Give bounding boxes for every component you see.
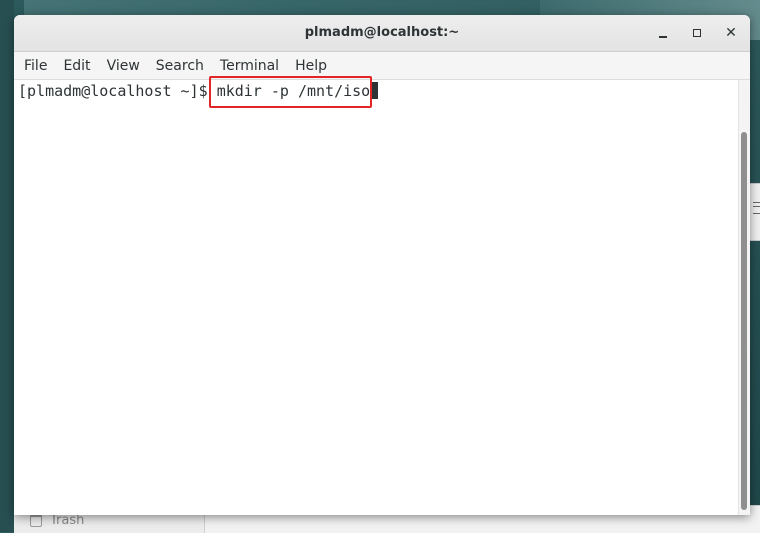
terminal-output[interactable]: [plmadm@localhost ~]$ mkdir -p /mnt/iso <box>14 76 738 515</box>
close-icon: ✕ <box>725 25 737 41</box>
desktop-stripe <box>0 0 14 532</box>
maximize-icon <box>693 28 701 37</box>
menu-bar: File Edit View Search Terminal Help <box>14 52 750 80</box>
background-window-edge[interactable] <box>749 183 760 241</box>
menu-search[interactable]: Search <box>148 58 212 74</box>
menu-edit[interactable]: Edit <box>55 58 98 74</box>
menu-help[interactable]: Help <box>287 58 335 74</box>
minimize-button[interactable] <box>654 24 672 42</box>
sidebar-item-trash[interactable]: Trash <box>30 513 84 528</box>
menu-view[interactable]: View <box>99 58 148 74</box>
trash-label: Trash <box>50 513 85 528</box>
menu-terminal[interactable]: Terminal <box>212 58 287 74</box>
menu-lines-icon <box>753 202 760 214</box>
trash-icon <box>30 514 42 527</box>
minimize-icon <box>659 35 667 38</box>
title-bar[interactable]: plmadm@localhost:~ ✕ <box>14 15 750 52</box>
shell-prompt: [plmadm@localhost ~]$ <box>18 82 217 100</box>
scrollbar-thumb[interactable] <box>741 132 747 510</box>
command-highlight-box <box>209 76 372 108</box>
menu-file[interactable]: File <box>14 58 55 74</box>
scrollbar[interactable] <box>738 80 750 515</box>
terminal-window: plmadm@localhost:~ ✕ File Edit View Sear… <box>14 15 750 515</box>
close-button[interactable]: ✕ <box>722 24 740 42</box>
window-title: plmadm@localhost:~ <box>304 25 460 40</box>
maximize-button[interactable] <box>688 24 706 42</box>
